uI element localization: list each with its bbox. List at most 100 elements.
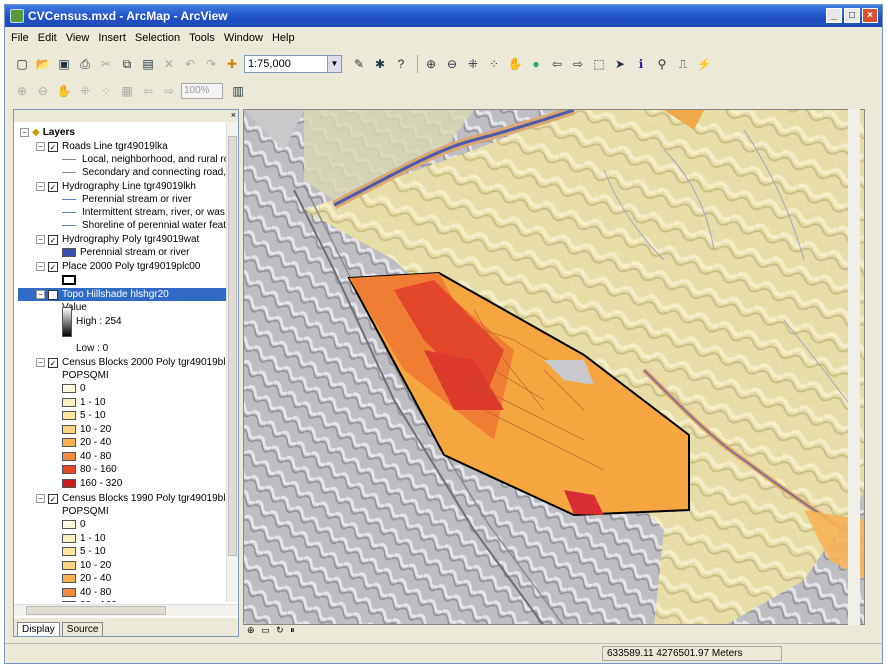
standard-toolbar: ▢ 📂 ▣ ⎙ ✂ ⧉ ▤ ✕ ↶ ↷ ✚ 1:75,000 ▼ ✎ ✱ ? ⊕ … (5, 51, 882, 77)
layer-row[interactable]: − ✓ Roads Line tgr49019lka (36, 140, 168, 153)
layer-visibility-checkbox[interactable]: ✓ (48, 181, 58, 192)
close-button[interactable]: × (862, 8, 878, 23)
zoom-out-icon[interactable]: ⊖ (443, 55, 461, 73)
toc-close-button[interactable]: × (14, 110, 238, 122)
layer-row[interactable]: − ✓ Hydrography Poly tgr49019wat (36, 233, 199, 246)
paste-icon[interactable]: ▤ (139, 55, 157, 73)
collapse-icon[interactable]: − (36, 358, 45, 367)
forward-extent-icon[interactable]: ⇨ (569, 55, 587, 73)
menu-view[interactable]: View (66, 32, 90, 44)
toc-horizontal-scrollbar[interactable] (14, 604, 238, 616)
tab-source[interactable]: Source (61, 622, 104, 636)
layer-name: Topo Hillshade hlshgr20 (62, 289, 169, 300)
arcmap-icon (10, 9, 24, 23)
scroll-thumb[interactable] (228, 136, 237, 556)
whats-this-icon[interactable]: ? (392, 55, 410, 73)
legend-fill-swatch (62, 587, 76, 597)
menu-window[interactable]: Window (224, 32, 263, 44)
collapse-icon[interactable]: − (36, 182, 45, 191)
layer-visibility-checkbox[interactable]: ✓ (48, 234, 58, 245)
map-view[interactable] (243, 109, 865, 625)
editor-icon[interactable]: ✎ (350, 55, 368, 73)
open-icon[interactable]: 📂 (34, 55, 52, 73)
fixed-zoom-out-icon[interactable]: ⁘ (485, 55, 503, 73)
new-icon[interactable]: ▢ (13, 55, 31, 73)
hyperlink-icon[interactable]: ⚡ (695, 55, 713, 73)
map-vertical-scrollbar[interactable] (848, 109, 860, 625)
menu-file[interactable]: File (11, 32, 29, 44)
menu-edit[interactable]: Edit (38, 32, 57, 44)
toc-vertical-scrollbar[interactable] (226, 122, 238, 602)
fixed-zoom-in-icon[interactable]: ⁜ (464, 55, 482, 73)
collapse-icon[interactable]: − (20, 128, 29, 137)
collapse-icon[interactable]: − (36, 142, 45, 151)
pause-icon[interactable]: ⏸ (290, 625, 295, 635)
back-extent-icon[interactable]: ⇦ (548, 55, 566, 73)
layout-tool-3-icon[interactable]: ✋ (55, 82, 73, 100)
copy-icon[interactable]: ⧉ (118, 55, 136, 73)
map-scale-select[interactable]: 1:75,000 ▼ (244, 55, 342, 73)
layout-tool-1-icon[interactable]: ⊕ (13, 82, 31, 100)
collapse-icon[interactable]: − (36, 235, 45, 244)
maximize-button[interactable]: □ (844, 8, 860, 23)
cut-icon[interactable]: ✂ (97, 55, 115, 73)
add-data-icon[interactable]: ✚ (223, 55, 241, 73)
collapse-icon[interactable]: − (36, 290, 45, 299)
identify-icon[interactable]: ℹ (632, 55, 650, 73)
arctoolbox-icon[interactable]: ✱ (371, 55, 389, 73)
arcmap-window: CVCensus.mxd - ArcMap - ArcView _ □ × Fi… (4, 4, 883, 664)
full-extent-icon[interactable]: ● (527, 55, 545, 73)
menu-insert[interactable]: Insert (98, 32, 126, 44)
redo-icon[interactable]: ↷ (202, 55, 220, 73)
data-view-icon[interactable]: ⊕ (247, 625, 255, 635)
layer-row[interactable]: − ✓ Place 2000 Poly tgr49019plc00 (36, 260, 200, 273)
hillshade-ramp (62, 306, 72, 337)
map-canvas[interactable] (244, 110, 865, 625)
select-features-icon[interactable]: ⬚ (590, 55, 608, 73)
collapse-icon[interactable]: − (36, 262, 45, 271)
legend-low-label: Low : 0 (76, 343, 109, 354)
layout-tool-8-icon[interactable]: ⇨ (160, 82, 178, 100)
toc-root[interactable]: − ◆ Layers (20, 126, 75, 139)
layout-zoom-select[interactable]: 100% (181, 83, 223, 99)
legend-class-label: 160 - 320 (80, 477, 123, 489)
pan-icon[interactable]: ✋ (506, 55, 524, 73)
menu-help[interactable]: Help (272, 32, 295, 44)
zoom-in-icon[interactable]: ⊕ (422, 55, 440, 73)
layout-toggle-icon[interactable]: ▥ (229, 82, 247, 100)
legend-fill-swatch (62, 574, 76, 583)
find-icon[interactable]: ⚲ (653, 55, 671, 73)
undo-icon[interactable]: ↶ (181, 55, 199, 73)
scroll-thumb[interactable] (26, 606, 166, 615)
layout-tool-7-icon[interactable]: ⇦ (139, 82, 157, 100)
layer-visibility-checkbox[interactable]: ✓ (48, 141, 58, 152)
print-icon[interactable]: ⎙ (76, 55, 94, 73)
layout-tool-2-icon[interactable]: ⊖ (34, 82, 52, 100)
layer-row-selected[interactable]: − ✓ Topo Hillshade hlshgr20 (18, 288, 226, 301)
legend-item: Shoreline of perennial water featu (62, 219, 226, 232)
refresh-icon[interactable]: ↻ (276, 625, 284, 635)
collapse-icon[interactable]: − (36, 494, 45, 503)
tab-display[interactable]: Display (17, 622, 60, 636)
legend-label: Secondary and connecting road, S (82, 167, 226, 178)
layout-tool-6-icon[interactable]: ▦ (118, 82, 136, 100)
layout-view-icon[interactable]: ▭ (261, 625, 270, 635)
layer-row[interactable]: − ✓ Census Blocks 2000 Poly tgr49019blk0 (36, 356, 226, 369)
select-elements-icon[interactable]: ➤ (611, 55, 629, 73)
layer-row[interactable]: − ✓ Census Blocks 1990 Poly tgr49019blk (36, 492, 226, 505)
layer-row[interactable]: − ✓ Hydrography Line tgr49019lkh (36, 180, 196, 193)
legend-field-label: POPSQMI (62, 506, 109, 517)
layer-visibility-checkbox[interactable]: ✓ (48, 357, 58, 368)
save-icon[interactable]: ▣ (55, 55, 73, 73)
menu-tools[interactable]: Tools (189, 32, 215, 44)
layer-visibility-checkbox[interactable]: ✓ (48, 261, 58, 272)
minimize-button[interactable]: _ (826, 8, 842, 23)
measure-icon[interactable]: ⎍ (674, 55, 692, 73)
layer-visibility-checkbox[interactable]: ✓ (48, 493, 58, 504)
delete-icon[interactable]: ✕ (160, 55, 178, 73)
layout-tool-4-icon[interactable]: ⁜ (76, 82, 94, 100)
layout-tool-5-icon[interactable]: ⁘ (97, 82, 115, 100)
layer-visibility-checkbox[interactable]: ✓ (48, 289, 58, 300)
menu-selection[interactable]: Selection (135, 32, 180, 44)
legend-class-item: 20 - 40 (62, 572, 111, 585)
